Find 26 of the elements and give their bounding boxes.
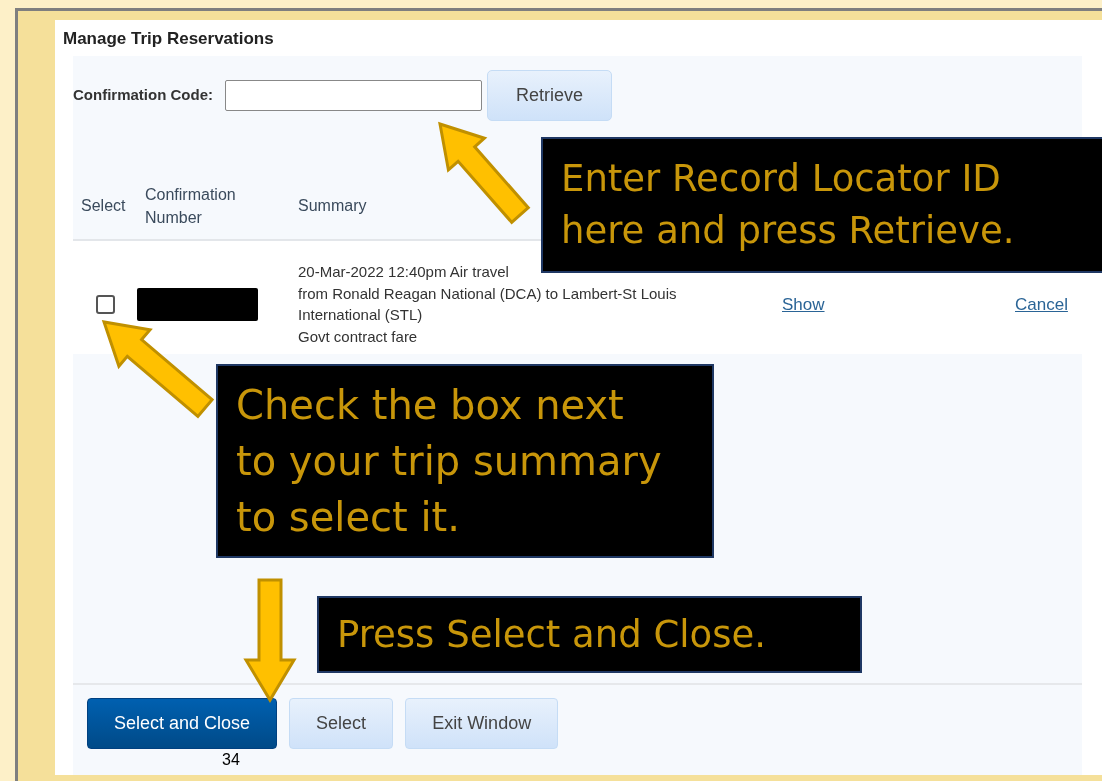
summary-text: Govt contract fare xyxy=(298,327,418,348)
action-button[interactable]: Select and Close xyxy=(87,698,278,749)
callout-text: Enter Record Locator ID xyxy=(561,156,1001,203)
callout-text: to select it. xyxy=(236,493,460,542)
page-title: Manage Trip Reservations xyxy=(63,28,274,50)
summary-text: from Ronald Reagan National (DCA) to Lambert-St Louis International (STL) xyxy=(298,283,678,326)
callout-text: Press Select and Close. xyxy=(337,611,766,658)
retrieve-button[interactable]: Retrieve xyxy=(487,69,612,121)
callout-text: Check the box next xyxy=(236,381,624,430)
column-header: Select xyxy=(81,196,126,217)
arrow-icon xyxy=(243,578,297,703)
slide-number: 34 xyxy=(222,752,240,768)
input-field[interactable] xyxy=(225,79,482,111)
action-link[interactable]: Show xyxy=(782,294,825,314)
callout-text: here and press Retrieve. xyxy=(561,208,1015,254)
action-button[interactable]: Select xyxy=(289,698,394,749)
column-header: Summary xyxy=(298,196,367,217)
action-link[interactable]: Cancel xyxy=(1015,294,1068,314)
arrow-icon xyxy=(438,121,531,225)
arrow-icon xyxy=(101,320,215,419)
action-button[interactable]: Exit Window xyxy=(405,698,559,749)
field-label: Confirmation Code: xyxy=(73,84,213,105)
checkbox[interactable] xyxy=(95,294,115,314)
callout-text: to your trip summary xyxy=(236,437,662,486)
summary-text: 20-Mar-2022 12:40pm Air travel xyxy=(298,261,509,282)
column-header: Confirmation Number xyxy=(145,184,237,228)
